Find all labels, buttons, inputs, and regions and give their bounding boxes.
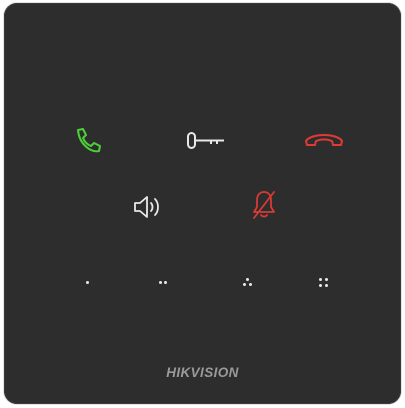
indoor-station-panel: HIKVISION bbox=[4, 3, 401, 404]
key-icon bbox=[187, 132, 224, 149]
hangup-button[interactable] bbox=[303, 131, 345, 149]
bell-off-icon bbox=[253, 191, 275, 219]
unlock-button[interactable] bbox=[186, 131, 226, 151]
function-key-4[interactable] bbox=[314, 276, 334, 290]
one-dot-icon bbox=[86, 281, 89, 284]
mute-button[interactable] bbox=[251, 189, 277, 221]
call-button[interactable] bbox=[73, 126, 103, 156]
function-key-2[interactable] bbox=[154, 276, 174, 290]
function-key-3[interactable] bbox=[238, 276, 258, 290]
function-key-1[interactable] bbox=[78, 276, 98, 290]
brand-logo: HIKVISION bbox=[166, 365, 239, 380]
speaker-volume-icon bbox=[134, 196, 159, 218]
phone-answer-icon bbox=[77, 128, 101, 153]
phone-hangup-icon bbox=[305, 134, 343, 146]
volume-button[interactable] bbox=[132, 193, 164, 221]
